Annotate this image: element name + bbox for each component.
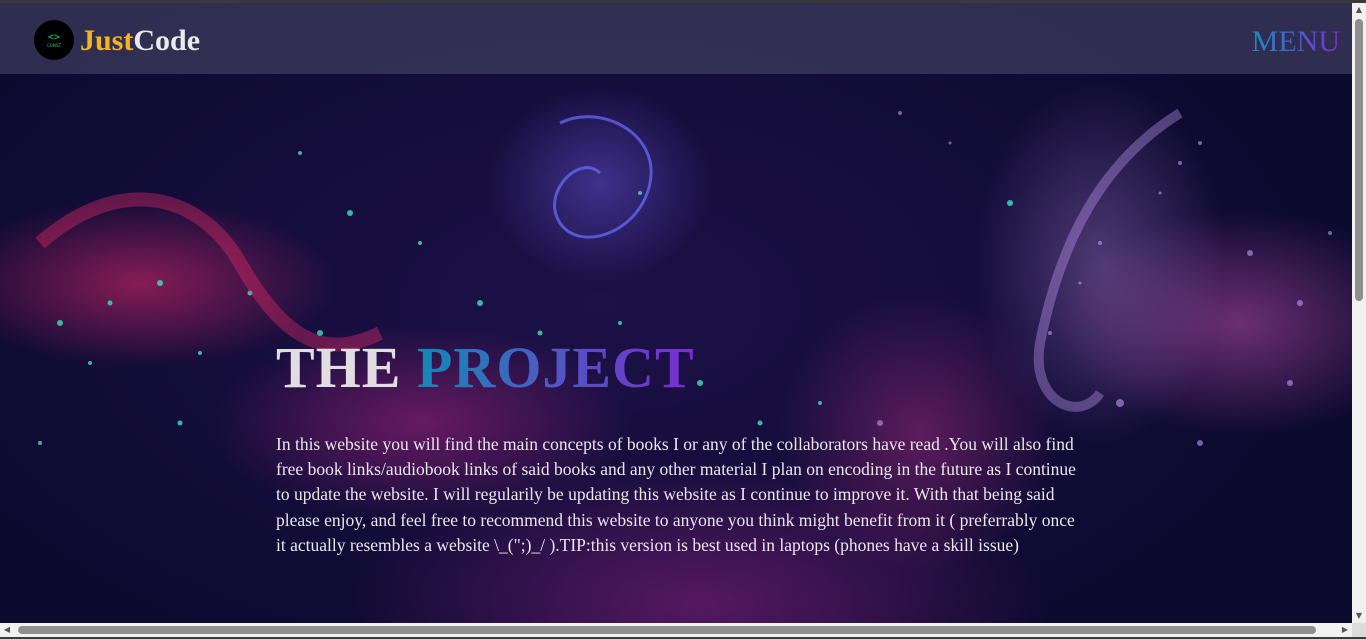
horizontal-scroll-thumb[interactable] — [18, 626, 1316, 634]
menu-button[interactable]: MENU — [1252, 24, 1340, 60]
hero-description: In this website you will find the main c… — [276, 434, 1076, 555]
triangle-up-icon[interactable]: ▲ — [1352, 3, 1366, 17]
vertical-scrollbar[interactable]: ▲ ▼ — [1352, 3, 1366, 623]
hero-title-word2: PROJECT — [417, 335, 695, 400]
brand-name-part2: Code — [133, 24, 201, 57]
vertical-scroll-thumb[interactable] — [1355, 19, 1363, 301]
code-brackets-icon: <> — [47, 31, 61, 43]
top-navbar: <> CONST JustCode MENU — [0, 3, 1352, 74]
triangle-right-icon[interactable]: ▶ — [1338, 623, 1352, 637]
logo-icon[interactable]: <> CONST — [34, 20, 74, 60]
logo-text: CONST — [47, 42, 61, 48]
brand-name[interactable]: JustCode — [80, 23, 200, 59]
hero-title-word1: THE — [276, 335, 402, 400]
triangle-left-icon[interactable]: ◀ — [0, 623, 14, 637]
triangle-down-icon[interactable]: ▼ — [1352, 609, 1366, 623]
browser-viewport: <> CONST JustCode MENU THE PROJECT In th… — [0, 0, 1366, 639]
brand-name-part1: Just — [80, 24, 134, 57]
horizontal-scrollbar[interactable]: ◀ ▶ — [0, 623, 1352, 637]
hero-title: THE PROJECT — [276, 336, 695, 400]
scrollbar-corner — [1352, 623, 1366, 637]
